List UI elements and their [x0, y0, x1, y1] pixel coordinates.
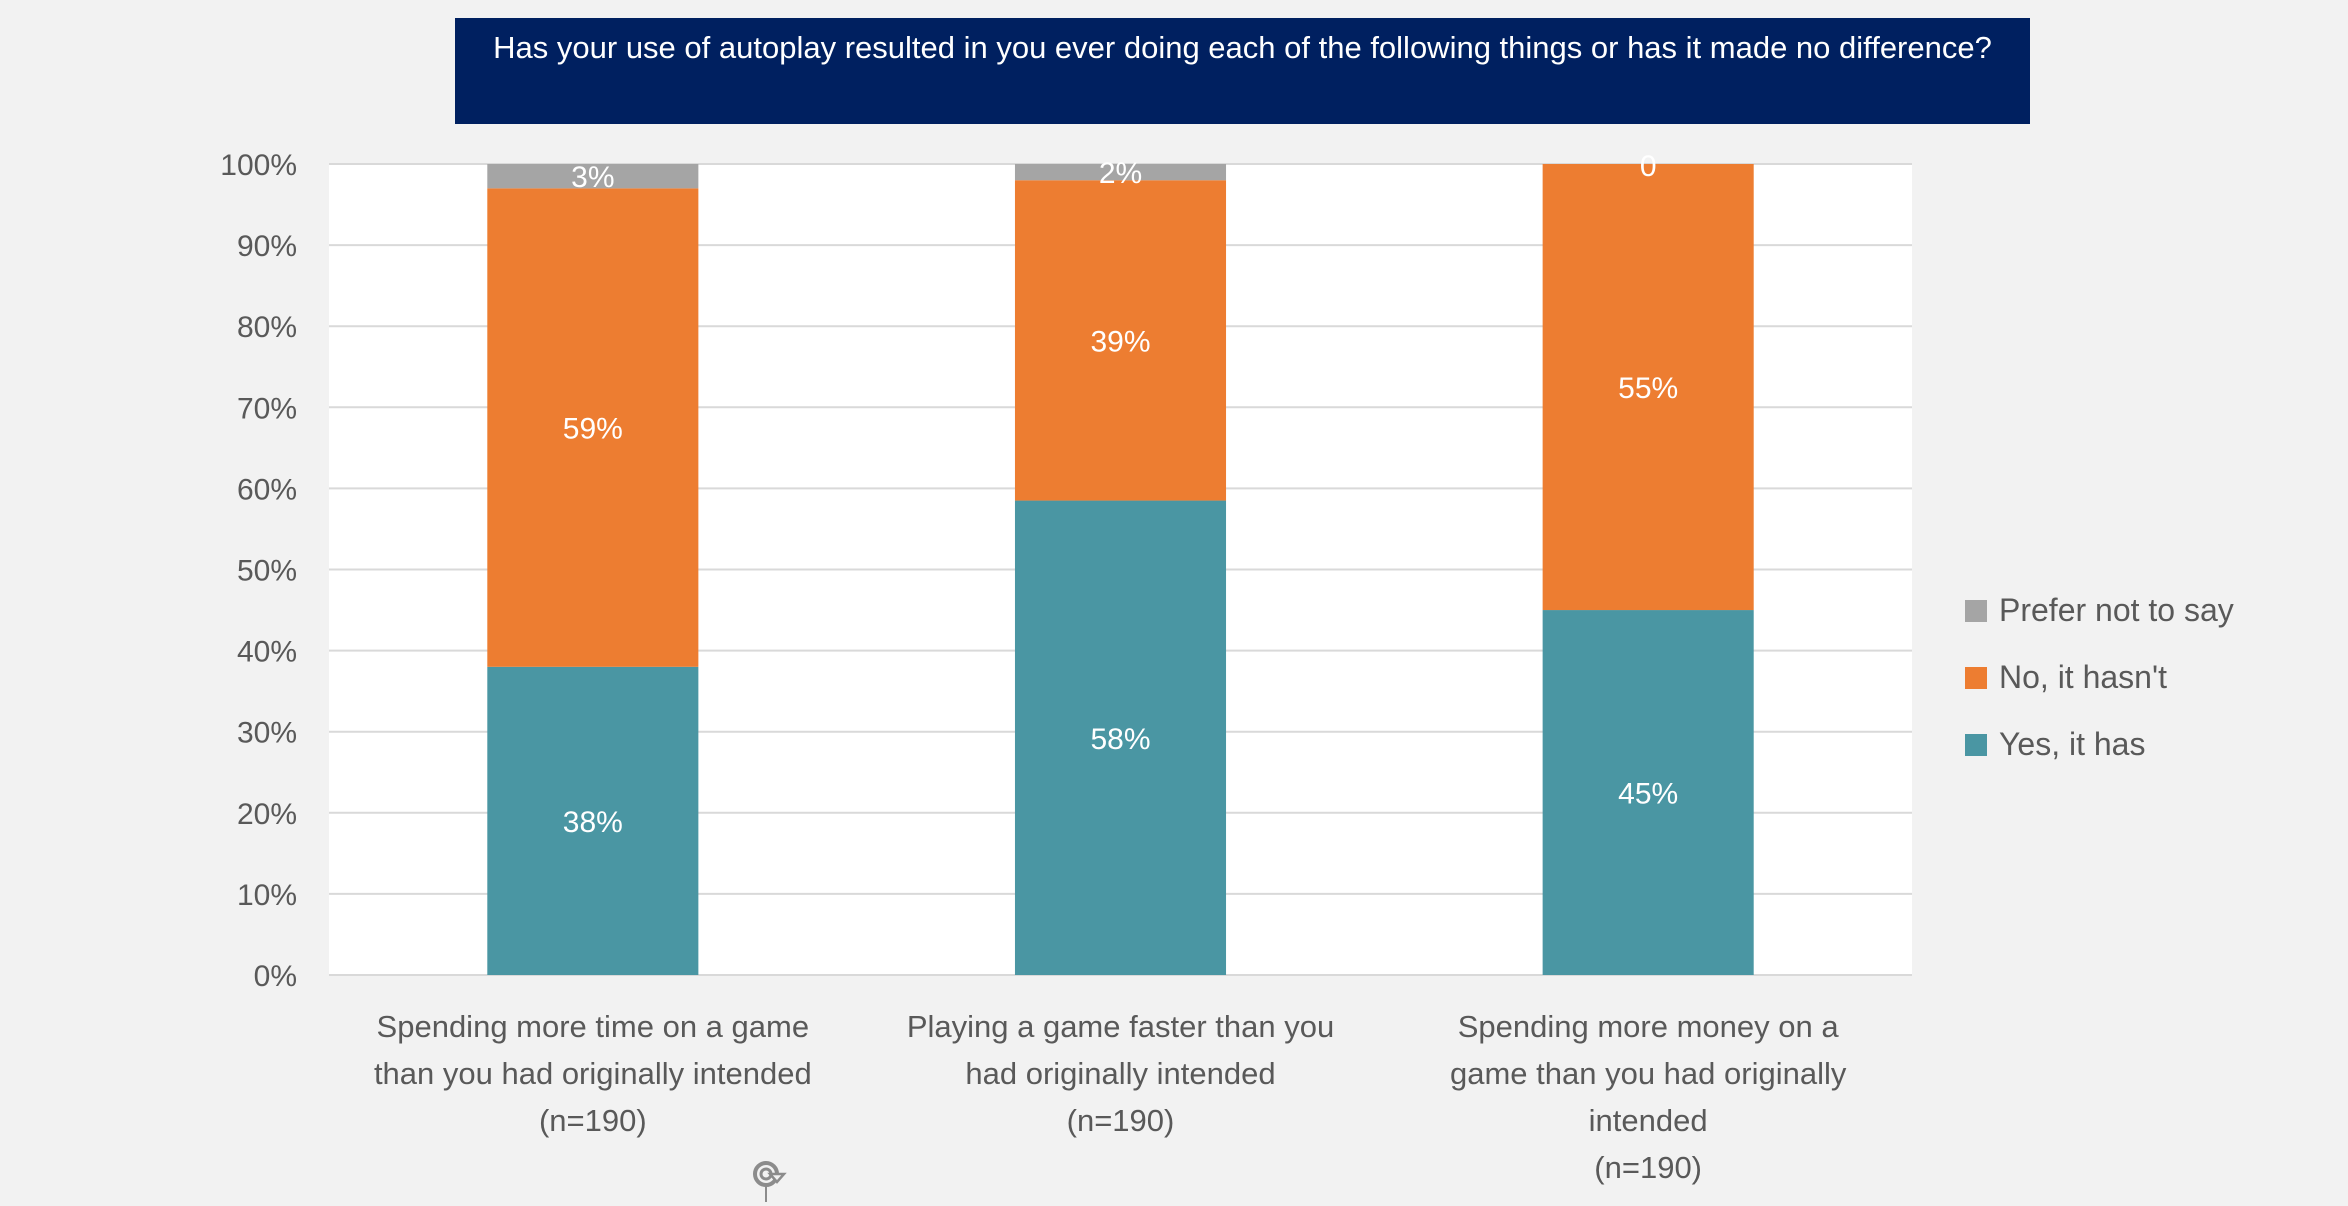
y-tick-label: 0%	[254, 960, 297, 993]
category-label-line: (n=190)	[1594, 1150, 1703, 1185]
y-tick-label: 100%	[220, 149, 297, 182]
category-label-line: (n=190)	[538, 1103, 647, 1138]
legend-label: No, it hasn't	[1999, 659, 2167, 695]
data-label: 3%	[571, 161, 614, 194]
data-label: 58%	[1090, 723, 1150, 756]
legend-label: Yes, it has	[1999, 726, 2146, 762]
data-label: 45%	[1618, 778, 1678, 811]
y-tick-label: 30%	[237, 717, 297, 750]
category-label-line: intended	[1588, 1103, 1708, 1138]
y-axis-ticks: 0% 10% 20% 30% 40% 50% 60% 70% 80% 90% 100%	[220, 149, 297, 993]
category-label-line: game than you had originally	[1449, 1056, 1847, 1091]
legend-item: Yes, it has	[1965, 711, 2234, 778]
y-tick-label: 10%	[237, 879, 297, 912]
data-label: 39%	[1090, 325, 1150, 358]
y-tick-label: 80%	[237, 311, 297, 344]
bars	[487, 164, 1754, 975]
legend: Prefer not to say No, it hasn't Yes, it ha…	[1965, 577, 2234, 778]
data-label: 59%	[563, 413, 623, 446]
category-label-line: (n=190)	[1066, 1103, 1175, 1138]
rotate-handle-icon[interactable]	[748, 1158, 788, 1202]
data-label: 55%	[1618, 372, 1678, 405]
y-tick-label: 60%	[237, 473, 297, 506]
legend-label: Prefer not to say	[1999, 592, 2234, 628]
category-label-line: Spending more time on a game	[376, 1009, 810, 1044]
x-axis-category-label: Spending more time on a game than you had…	[343, 1003, 843, 1144]
category-label-line: than you had originally intended	[373, 1056, 812, 1091]
y-tick-label: 70%	[237, 392, 297, 425]
legend-swatch	[1965, 733, 1987, 756]
y-tick-label: 20%	[237, 798, 297, 831]
y-tick-label: 50%	[237, 555, 297, 588]
legend-item: No, it hasn't	[1965, 644, 2234, 711]
data-label: 38%	[563, 806, 623, 839]
x-axis-category-label: Playing a game faster than you had origin…	[871, 1003, 1371, 1144]
y-tick-label: 90%	[237, 230, 297, 263]
legend-swatch	[1965, 599, 1987, 622]
category-label-line: had originally intended	[965, 1056, 1276, 1091]
category-label-line: Playing a game faster than you	[906, 1009, 1335, 1044]
y-tick-label: 40%	[237, 636, 297, 669]
legend-item: Prefer not to say	[1965, 577, 2234, 644]
x-axis-category-label: Spending more money on a game than you ha…	[1398, 1003, 1898, 1191]
data-label: 2%	[1099, 157, 1142, 190]
category-label-line: Spending more money on a	[1457, 1009, 1839, 1044]
data-label: 0	[1640, 150, 1657, 183]
legend-swatch	[1965, 666, 1987, 689]
